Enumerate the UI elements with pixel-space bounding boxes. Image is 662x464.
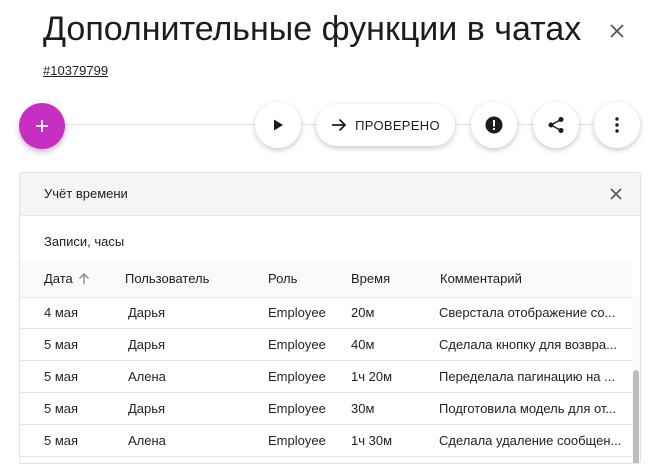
add-button[interactable] (19, 103, 65, 149)
column-header-date[interactable]: Дата (44, 271, 90, 286)
arrow-up-icon (78, 273, 89, 284)
column-header-user[interactable]: Пользователь (125, 271, 209, 286)
panel-header: Учёт времени (20, 173, 640, 216)
cell-user: Алена (128, 433, 166, 448)
table-body: 4 мая Дарья Employee 20м Сверстала отобр… (20, 297, 632, 457)
cell-comment: Сделала кнопку для возвра... (439, 337, 617, 352)
play-button[interactable] (255, 102, 301, 148)
cell-time: 30м (351, 401, 375, 416)
status-verified-button[interactable]: ПРОВЕРЕНО (316, 104, 455, 146)
page-title: Дополнительные функции в чатах (43, 10, 582, 48)
task-id-link[interactable]: #10379799 (43, 63, 108, 78)
column-header-date-label: Дата (44, 271, 73, 286)
more-vertical-icon (615, 117, 619, 133)
share-icon (548, 117, 564, 133)
panel-title: Учёт времени (44, 186, 128, 201)
cell-role: Employee (268, 401, 326, 416)
column-header-role[interactable]: Роль (268, 271, 297, 286)
table-header: Дата Пользователь Роль Время Комментарий (20, 260, 632, 298)
cell-comment: Переделала пагинацию на ... (439, 369, 615, 384)
column-header-time[interactable]: Время (351, 271, 390, 286)
cell-user: Дарья (128, 337, 166, 352)
cell-date: 5 мая (44, 433, 79, 448)
cell-time: 1ч 30м (351, 433, 393, 448)
cell-user: Дарья (128, 401, 166, 416)
cell-date: 5 мая (44, 337, 79, 352)
cell-role: Employee (268, 369, 326, 384)
play-icon (274, 119, 283, 131)
scrollbar-thumb[interactable] (633, 370, 639, 463)
cell-user: Дарья (128, 305, 166, 320)
cell-role: Employee (268, 305, 326, 320)
section-label: Записи, часы (44, 234, 125, 249)
table-row[interactable]: 5 мая Дарья Employee 40м Сделала кнопку … (20, 329, 632, 361)
cell-comment: Сверстала отображение со... (439, 305, 616, 320)
cell-user: Алена (128, 369, 166, 384)
plus-icon (36, 120, 48, 132)
cell-date: 4 мая (44, 305, 79, 320)
cell-comment: Сделала удаление сообщен... (439, 433, 622, 448)
cell-comment: Подготовила модель для от... (439, 401, 617, 416)
cell-date: 5 мая (44, 401, 79, 416)
cell-time: 20м (351, 305, 375, 320)
close-icon (610, 188, 622, 200)
close-icon (610, 24, 624, 38)
cell-date: 5 мая (44, 369, 79, 384)
more-button[interactable] (594, 102, 640, 148)
cell-time: 40м (351, 337, 375, 352)
column-header-comment[interactable]: Комментарий (440, 271, 522, 286)
alert-circle-icon (485, 116, 503, 134)
cell-time: 1ч 20м (351, 369, 393, 384)
table-row[interactable]: 5 мая Алена Employee 1ч 20м Переделала п… (20, 361, 632, 393)
table-row[interactable]: 5 мая Алена Employee 1ч 30м Сделала удал… (20, 425, 632, 457)
table-row[interactable]: 5 мая Дарья Employee 30м Подготовила мод… (20, 393, 632, 425)
panel-close-button[interactable] (606, 184, 626, 204)
time-tracking-panel: Учёт времени Записи, часы Дата Пользоват… (19, 172, 641, 464)
share-button[interactable] (533, 102, 579, 148)
arrow-right-icon (332, 118, 347, 132)
cell-role: Employee (268, 433, 326, 448)
status-button-label: ПРОВЕРЕНО (355, 117, 440, 133)
close-button[interactable] (604, 18, 630, 44)
table-row[interactable]: 4 мая Дарья Employee 20м Сверстала отобр… (20, 297, 632, 329)
alert-button[interactable] (471, 102, 517, 148)
cell-role: Employee (268, 337, 326, 352)
